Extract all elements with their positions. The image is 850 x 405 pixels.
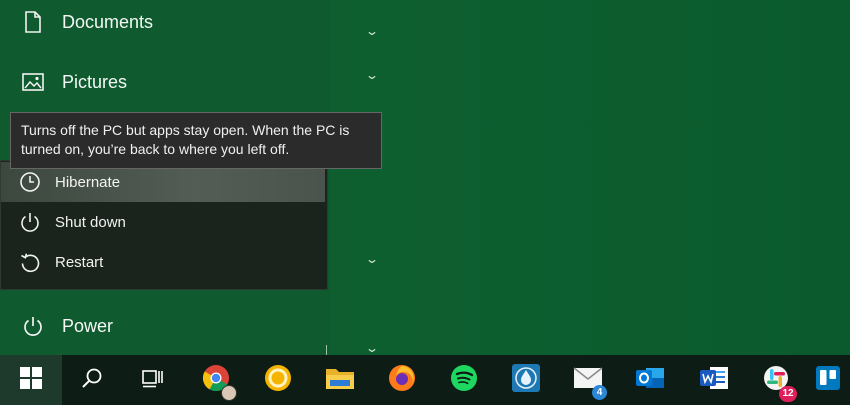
slack-icon: 12 [762, 364, 797, 402]
pictures-label: Pictures [62, 71, 128, 92]
shut-down-label: Shut down [55, 213, 126, 231]
taskbar: 4 12 [0, 355, 850, 405]
taskbar-outlook[interactable] [620, 355, 680, 405]
restart-menu-item[interactable]: Restart [1, 242, 325, 282]
start-item-pictures[interactable]: Pictures [0, 60, 127, 104]
start-item-documents[interactable]: Documents [0, 0, 153, 44]
chevron-down-icon[interactable]: ⌄ [365, 24, 379, 38]
document-icon [18, 9, 48, 35]
power-icon [15, 209, 45, 235]
taskbar-chrome[interactable] [186, 355, 246, 405]
start-item-power[interactable]: Power [0, 304, 113, 348]
restart-icon [15, 249, 45, 275]
taskbar-droplet-app[interactable] [496, 355, 556, 405]
trello-icon [815, 365, 841, 396]
taskbar-spotify[interactable] [434, 355, 494, 405]
clock-icon [15, 169, 45, 195]
mail-badge: 4 [592, 384, 607, 400]
tooltip-line-1: Turns off the PC but apps stay open. Whe… [21, 122, 350, 138]
slack-badge: 12 [779, 385, 797, 402]
chevron-down-icon[interactable]: ⌄ [365, 341, 379, 355]
hibernate-tooltip: Turns off the PC but apps stay open. Whe… [10, 112, 382, 169]
task-view-button[interactable] [122, 355, 182, 405]
shut-down-menu-item[interactable]: Shut down [1, 202, 325, 242]
droplet-app-icon [511, 363, 541, 398]
outlook-icon [635, 364, 665, 397]
tile-divider [326, 345, 327, 355]
taskbar-firefox[interactable] [372, 355, 432, 405]
start-button[interactable] [0, 355, 62, 405]
search-button[interactable] [62, 355, 122, 405]
power-icon [18, 313, 48, 339]
taskbar-slack[interactable]: 12 [746, 355, 806, 405]
chevron-down-icon[interactable]: ⌄ [365, 68, 379, 82]
mail-icon: 4 [573, 366, 607, 400]
taskbar-mail[interactable]: 4 [558, 355, 618, 405]
taskbar-yellow-circle-app[interactable] [248, 355, 308, 405]
power-menu: Hibernate Shut down Restart [0, 160, 328, 290]
tooltip-line-2: turned on, you’re back to where you left… [21, 141, 290, 157]
yellow-circle-app-icon [263, 363, 293, 398]
file-explorer-icon [325, 365, 355, 396]
task-view-icon [140, 367, 164, 394]
chevron-down-icon[interactable]: ⌄ [365, 252, 379, 266]
taskbar-word[interactable] [684, 355, 744, 405]
hibernate-label: Hibernate [55, 173, 121, 191]
word-icon [699, 364, 729, 397]
restart-label: Restart [55, 253, 104, 271]
taskbar-trello[interactable] [806, 355, 850, 405]
search-icon [81, 367, 103, 394]
profile-avatar [221, 384, 237, 401]
firefox-icon [387, 363, 417, 398]
picture-icon [18, 69, 48, 95]
spotify-icon [449, 363, 479, 398]
documents-label: Documents [62, 11, 154, 32]
chrome-icon [201, 363, 237, 401]
windows-start-icon [20, 366, 42, 394]
taskbar-file-explorer[interactable] [310, 355, 370, 405]
power-label: Power [62, 315, 114, 336]
